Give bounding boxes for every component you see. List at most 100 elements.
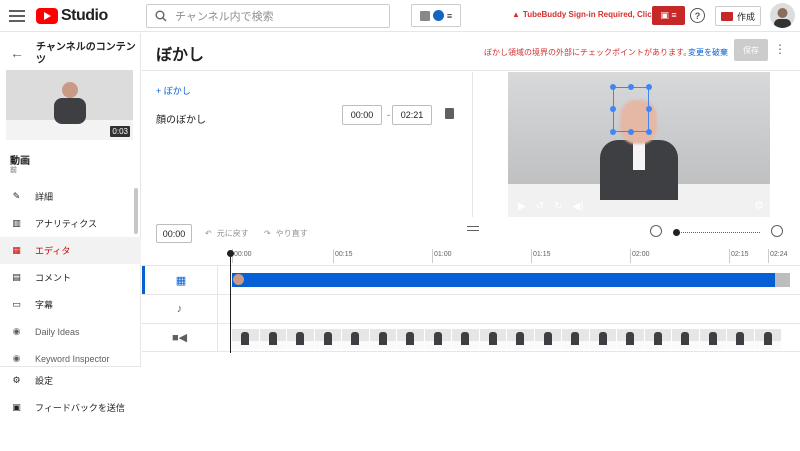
blur-end-time-input[interactable]: 02:21: [392, 105, 432, 125]
zoom-slider-knob[interactable]: [673, 229, 680, 236]
blur-region-box[interactable]: [610, 84, 652, 135]
ruler-tick: 00:00: [232, 249, 252, 263]
redo-icon: ↷: [264, 229, 271, 238]
youtube-logo-icon: [36, 8, 58, 24]
sidebar-scrollbar[interactable]: [134, 188, 138, 234]
filmstrip-frame: [534, 329, 562, 349]
sidebar-item-comments[interactable]: ▤ コメント: [0, 264, 141, 291]
sidebar-item-settings[interactable]: ⚙ 設定: [0, 367, 141, 394]
face-blur-label[interactable]: 顔のぼかし: [156, 111, 206, 126]
undo-button[interactable]: ↶ 元に戻す: [205, 228, 249, 239]
blur-track-header: ▦: [142, 266, 218, 294]
zoom-in-icon[interactable]: [771, 225, 783, 237]
ruler-tick: 01:00: [432, 249, 452, 263]
undo-icon: ↶: [205, 229, 212, 238]
panel-resize-handle-icon[interactable]: [467, 226, 479, 231]
resize-handle[interactable]: [610, 84, 616, 90]
rewind-icon[interactable]: ↺: [536, 201, 544, 212]
thumbnail-duration: 0:03: [110, 126, 130, 137]
sidebar-item-editor[interactable]: ▦ エディタ: [0, 237, 141, 264]
ruler-tick: 02:00: [630, 249, 650, 263]
player-settings-gear-icon[interactable]: ⚙: [754, 199, 764, 212]
person-shirt: [633, 140, 645, 170]
extension-icon: [419, 10, 430, 21]
feedback-icon: ▣: [12, 402, 21, 412]
blur-grid-icon: ▦: [175, 274, 187, 287]
resize-handle[interactable]: [610, 129, 616, 135]
pencil-icon: ✎: [12, 191, 21, 201]
sidebar-item-subtitles[interactable]: ▭ 字幕: [0, 291, 141, 318]
filmstrip-frame: [369, 329, 397, 349]
blur-segment[interactable]: [232, 273, 775, 287]
timeline-playhead[interactable]: [227, 250, 234, 353]
resize-handle[interactable]: [628, 84, 634, 90]
play-icon[interactable]: ▶: [518, 201, 526, 212]
checkpoint-warning: ぼかし領域の境界の外部にチェックポイントがあります。: [484, 48, 692, 57]
zoom-out-icon[interactable]: [650, 225, 662, 237]
filmstrip-frame: [479, 329, 507, 349]
create-label: 作成: [736, 11, 755, 22]
filmstrip-frame: [562, 329, 590, 349]
filmstrip-frame: [507, 329, 535, 349]
editor-icon: ▦: [12, 245, 21, 255]
add-blur-button[interactable]: + ぼかし: [156, 84, 191, 97]
video-thumbnail[interactable]: 0:03: [6, 70, 133, 140]
filmstrip-frame: [452, 329, 480, 349]
current-time-input[interactable]: 00:00: [156, 224, 192, 243]
resize-handle[interactable]: [610, 106, 616, 112]
studio-logo[interactable]: Studio: [36, 7, 108, 25]
resize-handle[interactable]: [646, 106, 652, 112]
save-button[interactable]: 保存: [734, 39, 768, 61]
filmstrip-frame: [342, 329, 370, 349]
create-button[interactable]: 作成: [715, 6, 761, 26]
sidebar-item-label: フィードバックを送信: [35, 403, 125, 413]
video-sublabel: 前: [10, 167, 17, 174]
avatar[interactable]: [770, 3, 795, 28]
top-bar: Studio チャンネル内で検索 ≡ ▲ TubeBuddy Sign-in R…: [0, 0, 800, 32]
zoom-slider-track[interactable]: [676, 232, 760, 233]
hamburger-menu-icon[interactable]: [8, 7, 26, 25]
blur-start-time-input[interactable]: 00:00: [342, 105, 382, 125]
volume-icon[interactable]: ◀): [572, 201, 583, 212]
more-options-icon[interactable]: ⋮: [774, 42, 786, 56]
search-input[interactable]: チャンネル内で検索: [146, 4, 390, 28]
delete-trash-icon[interactable]: [445, 108, 454, 119]
audio-track[interactable]: ♪: [142, 294, 800, 323]
video-preview[interactable]: ▶ ↺ ↻ ◀) ⚙: [508, 72, 770, 217]
tubebuddy-button[interactable]: ▣ ≡: [652, 6, 685, 25]
filmstrip-frame: [424, 329, 452, 349]
sidebar-item-label: アナリティクス: [35, 219, 98, 229]
resize-handle[interactable]: [646, 129, 652, 135]
blur-track[interactable]: ▦: [142, 265, 800, 294]
play-circle-icon: ◉: [12, 353, 21, 363]
help-icon[interactable]: ?: [690, 8, 705, 23]
resize-handle[interactable]: [628, 129, 634, 135]
time-range-dash: -: [387, 110, 390, 120]
sidebar-item-label: コメント: [35, 273, 72, 283]
sidebar-item-daily-ideas[interactable]: ◉ Daily Ideas: [0, 318, 141, 345]
back-arrow-icon[interactable]: ←: [10, 45, 24, 61]
filmstrip-frame: [617, 329, 645, 349]
extension-button[interactable]: ≡: [411, 4, 461, 27]
music-note-icon: ♪: [176, 303, 183, 315]
video-filmstrip[interactable]: [232, 329, 782, 349]
sidebar-item-analytics[interactable]: ▥ アナリティクス: [0, 210, 141, 237]
filmstrip-frame: [232, 329, 260, 349]
ruler-tick: 00:15: [333, 249, 353, 263]
redo-button[interactable]: ↷ やり直す: [264, 228, 308, 239]
resize-handle[interactable]: [646, 84, 652, 90]
filmstrip-frame: [699, 329, 727, 349]
discard-changes-link[interactable]: 変更を破棄: [688, 47, 728, 58]
search-placeholder: チャンネル内で検索: [175, 11, 274, 23]
video-track[interactable]: ■◀: [142, 323, 800, 352]
filmstrip-frame: [397, 329, 425, 349]
forward-icon[interactable]: ↻: [554, 201, 562, 212]
subtitles-icon: ▭: [12, 299, 21, 309]
filmstrip-frame: [644, 329, 672, 349]
blur-list-panel: + ぼかし 顔のぼかし 00:00 - 02:21: [142, 72, 473, 217]
sidebar-item-feedback[interactable]: ▣ フィードバックを送信: [0, 394, 141, 421]
avatar-face-icon: [774, 8, 791, 28]
timeline-ruler[interactable]: 00:00 00:15 01:00 01:15 02:00 02:15 02:2…: [231, 249, 791, 265]
sidebar-item-details[interactable]: ✎ 詳細: [0, 183, 141, 210]
sidebar-item-label: エディタ: [35, 246, 71, 256]
